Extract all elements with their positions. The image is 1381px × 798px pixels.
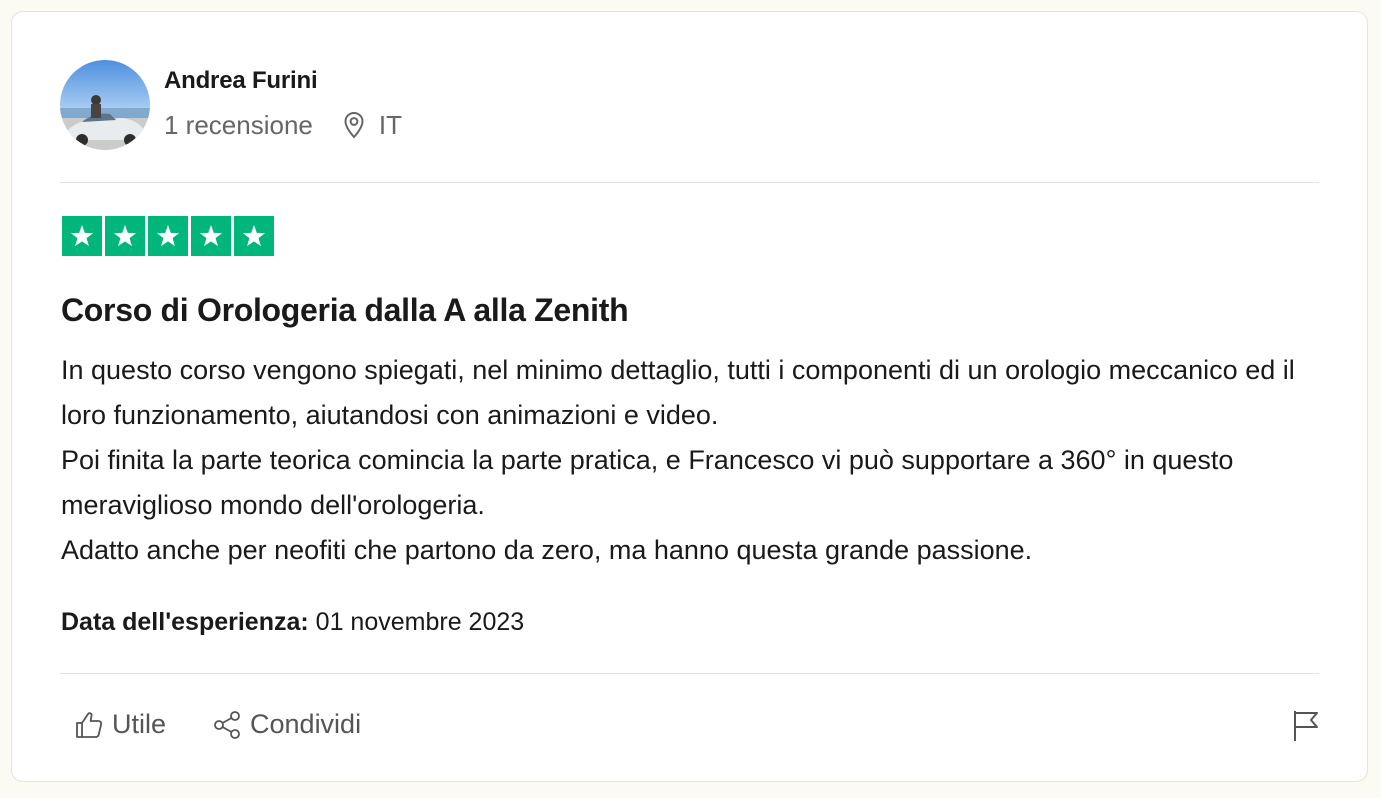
useful-button[interactable]: Utile [74,709,166,740]
useful-label: Utile [112,709,167,739]
reviews-count: 1 recensione [164,110,313,140]
reviewer-country: IT [378,110,402,140]
experience-date: Data dell'esperienza: 01 novembre 2023 [61,607,524,637]
avatar[interactable] [60,60,150,150]
location-pin-icon [344,111,364,139]
star-icon [105,216,145,256]
reviewer-header: Andrea Furini 1 recensione IT [60,60,402,150]
share-button[interactable]: Condividi [212,709,361,740]
thumbs-up-icon [76,711,103,738]
star-icon [191,216,231,256]
reviewer-meta: 1 recensione IT [164,110,402,140]
experience-value: 01 novembre 2023 [315,608,525,636]
review-body: In questo corso vengono spiegati, nel mi… [61,348,1321,573]
review-card: Andrea Furini 1 recensione IT Corso di O… [11,11,1368,782]
flag-icon[interactable] [1291,709,1321,743]
review-paragraph: Poi finita la parte teorica comincia la … [61,445,1234,520]
review-title[interactable]: Corso di Orologeria dalla A alla Zenith [61,291,629,329]
reviewer-name[interactable]: Andrea Furini [164,67,402,95]
review-paragraph: In questo corso vengono spiegati, nel mi… [61,355,1295,430]
header-divider [60,182,1319,183]
star-icon [62,216,102,256]
star-icon [234,216,274,256]
experience-label: Data dell'esperienza: [61,608,309,636]
star-rating [62,216,274,256]
footer-divider [60,673,1319,674]
share-icon [214,710,240,739]
star-icon [148,216,188,256]
review-paragraph: Adatto anche per neofiti che partono da … [61,535,1033,565]
reviewer-info: Andrea Furini 1 recensione IT [164,60,402,140]
review-actions: Utile Condividi [74,709,361,740]
share-label: Condividi [250,709,362,739]
